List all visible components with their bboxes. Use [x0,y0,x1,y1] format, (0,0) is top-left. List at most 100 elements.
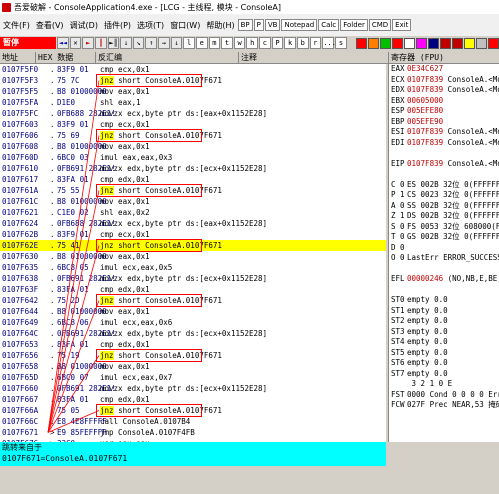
register-line[interactable]: ST7 empty 0.0 [389,369,499,380]
goto-icon[interactable]: ↓ [170,37,183,49]
register-line[interactable]: ST4 empty 0.0 [389,337,499,348]
register-line[interactable]: T 0GS 002B 32位 0(FFFFFFFF) [389,232,499,243]
menu-options[interactable]: 选项(T) [134,20,167,31]
menu-window[interactable]: 窗口(W) [167,20,203,31]
register-line[interactable]: EDI0107F839 ConsoleA.<ModuleEn [389,138,499,149]
register-line[interactable]: A 0SS 002B 32位 0(FFFFFFFF) [389,201,499,212]
register-line[interactable]: ESI0107F839 ConsoleA.<ModuleEn [389,127,499,138]
disasm-column-header[interactable]: 反汇编 [96,52,239,63]
run-icon[interactable]: ► [82,37,94,49]
menu-view[interactable]: 查看(V) [33,20,67,31]
disasm-row[interactable]: 0107F649. 6BC8 06 imul ecx,eax,0x6 [0,317,386,328]
register-line[interactable]: Z 1DS 002B 32位 0(FFFFFFFF) [389,211,499,222]
disasm-row[interactable]: 0107F624. 0FB688 282E1! movzx ecx,byte ptr… [0,218,386,229]
disasm-row[interactable]: 0107F5FC. 0FB688 282E1! movzx ecx,byte ptr… [0,108,386,119]
color-tool-7[interactable] [439,37,451,49]
hex-column-header[interactable]: HEX 数据 [36,52,96,63]
register-line[interactable]: ST6 empty 0.0 [389,358,499,369]
disasm-row[interactable]: 0107F5FA. D1E0 shl eax,1 [0,97,386,108]
register-line[interactable]: EDX0107F839 ConsoleA.<ModuleEn [389,85,499,96]
color-tool-9[interactable] [463,37,475,49]
register-line[interactable]: ST1 empty 0.0 [389,306,499,317]
disasm-row[interactable]: 0107F608. B8 01000000 mov eax,0x1 [0,141,386,152]
disasm-row[interactable]: 0107F5F5. B8 01000000 mov eax,0x1 [0,86,386,97]
cmd-button[interactable]: CMD [368,19,392,31]
disasm-row[interactable]: 0107F638. 0FB691 282E1! movzx edx,byte ptr… [0,273,386,284]
register-line[interactable] [389,264,499,275]
register-line[interactable]: P 1CS 0023 32位 0(FFFFFFFF) [389,190,499,201]
color-tool-1[interactable] [367,37,379,49]
address-column-header[interactable]: 地址 [0,52,36,63]
menu-file[interactable]: 文件(F) [0,20,33,31]
executables-window-button[interactable]: e [195,37,208,49]
color-tool-4[interactable] [403,37,415,49]
disasm-row[interactable]: 0107F621. C1E0 02 shl eax,0x2 [0,207,386,218]
register-line[interactable]: C 0ES 002B 32位 0(FFFFFFFF) [389,180,499,191]
breakpoints-window-button[interactable]: b [296,37,309,49]
color-tool-6[interactable] [427,37,439,49]
registers-pane[interactable]: 寄存器 (FPU) EAX 0E34C627 ECX 0107F839 Consol… [388,52,499,442]
menu-help[interactable]: 帮助(H) [203,20,237,31]
execute-till-return-icon[interactable]: → [158,37,170,49]
handles-window-button[interactable]: h [246,37,259,49]
register-line[interactable]: ST0 empty 0.0 [389,295,499,306]
register-line[interactable]: ST3 empty 0.0 [389,327,499,338]
register-line[interactable]: 3 2 1 0 E [389,379,499,390]
disasm-row[interactable]: 0107F635. 6BC8 05 imul ecx,eax,0x5 [0,262,386,273]
restart-icon[interactable]: ◄◄ [57,37,69,49]
patches-window-button[interactable]: P [271,37,284,49]
color-tool-11[interactable] [487,37,499,49]
source-window-button[interactable]: s [335,37,347,49]
disasm-row[interactable]: 0107F60D. 6BC0 03 imul eax,eax,0x3 [0,152,386,163]
register-line[interactable]: D 0 [389,243,499,254]
register-line[interactable] [389,169,499,180]
register-line[interactable]: EBX 00605000 [389,96,499,107]
register-line[interactable]: S 0FS 0053 32位 608000(FFF) [389,222,499,233]
windows-window-button[interactable]: w [233,37,246,49]
disasm-row[interactable]: 0107F671 > E9 85FEFFFF jmp ConsoleA.0107F4F… [0,427,386,438]
menu-plugins[interactable]: 插件(P) [101,20,134,31]
color-tool-2[interactable] [379,37,391,49]
dump-pane[interactable] [0,466,388,494]
register-line[interactable]: FCW 027F Prec NEAR,53 掩码 [389,400,499,411]
color-tool-8[interactable] [451,37,463,49]
step-over-icon[interactable]: ↓ [120,37,132,49]
disasm-row[interactable]: 0107F64C. 0FB691 282E1! movzx edx,byte ptr… [0,328,386,339]
exit-button[interactable]: Exit [392,19,412,31]
register-line[interactable] [389,148,499,159]
disasm-row[interactable]: 0107F65D. 6BC0 07 imul ecx,eax,0x7 [0,372,386,383]
folder-button[interactable]: Folder [340,19,368,31]
p-button[interactable]: P [253,19,264,31]
register-line[interactable]: ST5 empty 0.0 [389,348,499,359]
trace-into-icon[interactable]: ↘ [132,37,145,49]
notepad-button[interactable]: Notepad [281,19,318,31]
run-trace-button[interactable]: ... [322,37,336,49]
register-line[interactable]: EAX 0E34C627 [389,64,499,75]
color-tool-5[interactable] [415,37,427,49]
calc-button[interactable]: Calc [318,19,340,31]
threads-window-button[interactable]: t [221,37,233,49]
register-line[interactable]: FST0000 Cond 0 0 0 0 Err 0 [389,390,499,401]
color-tool-0[interactable] [355,37,367,49]
register-line[interactable]: EIP0107F839 ConsoleA.<ModuleEn [389,159,499,170]
disasm-row[interactable]: 0107F66C. E8 4E8FFFFF call ConsoleA.0107B4 [0,416,386,427]
register-line[interactable] [389,285,499,296]
color-tool-3[interactable] [391,37,403,49]
vb-button[interactable]: VB [264,19,281,31]
register-line[interactable]: O 0LastErr ERROR_SUCCESS (00 [389,253,499,264]
trace-over-icon[interactable]: ↑ [145,37,158,49]
pause-icon[interactable]: ║ [94,37,107,49]
register-line[interactable]: ECX0107F839 ConsoleA.<ModuleEn [389,75,499,86]
cpu-window-button[interactable]: c [259,37,271,49]
register-line[interactable]: EBP 005EFE90 [389,117,499,128]
register-line[interactable]: ST2 empty 0.0 [389,316,499,327]
color-tool-10[interactable] [475,37,487,49]
disasm-row[interactable]: 0107F610. 0FB691 282E1! movzx edx,byte ptr… [0,163,386,174]
call-stack-window-button[interactable]: k [284,37,296,49]
menu-debug[interactable]: 调试(D) [67,20,101,31]
register-line[interactable]: ESP 005EFE80 [389,106,499,117]
disassembly-pane[interactable]: 0107F5F0. 83F9 01 cmp ecx,0x1 0107F5F3. 75 7… [0,64,386,442]
stack-pane[interactable] [388,442,499,494]
disasm-row[interactable]: 0107F660. 0FB691 282E1! movzx edx,byte ptr… [0,383,386,394]
bp-button[interactable]: BP [237,19,253,31]
